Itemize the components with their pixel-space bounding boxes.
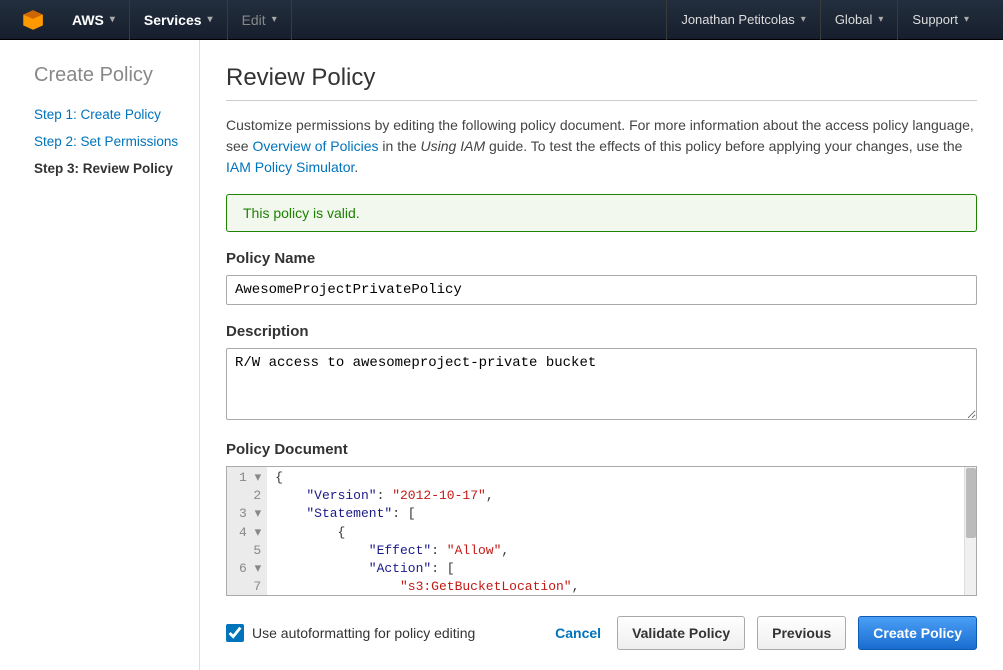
previous-button[interactable]: Previous [757,616,846,650]
editor-gutter: 1 ▾2 3 ▾4 ▾5 6 ▾7 8 9 [227,467,267,595]
policy-simulator-link[interactable]: IAM Policy Simulator [226,159,354,175]
nav-user-label: Jonathan Petitcolas [681,12,794,27]
editor-code[interactable]: { "Version": "2012-10-17", "Statement": … [267,467,964,595]
footer-actions: Use autoformatting for policy editing Ca… [226,616,977,650]
policy-name-label: Policy Name [226,250,977,267]
step-label: Set Permissions [81,134,179,149]
top-navigation: AWS ▾ Services ▾ Edit ▾ Jonathan Petitco… [0,0,1003,40]
step-prefix: Step 1: [34,107,77,122]
nav-aws-label: AWS [72,12,104,28]
policy-document-label: Policy Document [226,441,977,458]
wizard-sidebar: Create Policy Step 1: Create Policy Step… [0,40,200,670]
nav-user-menu[interactable]: Jonathan Petitcolas ▾ [666,0,820,40]
nav-support-menu[interactable]: Support ▾ [897,0,983,40]
cancel-button[interactable]: Cancel [551,617,605,649]
caret-down-icon: ▾ [878,14,883,25]
sidebar-step-2[interactable]: Step 2: Set Permissions [34,134,179,149]
nav-support-label: Support [912,12,958,27]
sidebar-title: Create Policy [34,64,179,87]
sidebar-step-3[interactable]: Step 3: Review Policy [34,161,179,176]
intro-text: Customize permissions by editing the fol… [226,115,977,178]
policy-name-input[interactable] [226,275,977,305]
step-prefix: Step 2: [34,134,77,149]
sidebar-step-1[interactable]: Step 1: Create Policy [34,107,179,122]
editor-scrollbar[interactable] [964,467,976,595]
nav-edit-menu[interactable]: Edit ▾ [228,0,292,40]
overview-policies-link[interactable]: Overview of Policies [252,138,378,154]
aws-logo-icon[interactable] [20,7,46,33]
autoformat-label: Use autoformatting for policy editing [252,625,475,641]
page-title: Review Policy [226,64,977,101]
caret-down-icon: ▾ [801,14,806,25]
caret-down-icon: ▾ [208,14,213,25]
autoformat-checkbox-wrap[interactable]: Use autoformatting for policy editing [226,624,475,642]
step-prefix: Step 3: [34,161,79,176]
nav-services-label: Services [144,12,202,28]
caret-down-icon: ▾ [964,14,969,25]
policy-document-editor[interactable]: 1 ▾2 3 ▾4 ▾5 6 ▾7 8 9 { "Version": "2012… [226,466,977,596]
create-policy-button[interactable]: Create Policy [858,616,977,650]
policy-valid-alert: This policy is valid. [226,194,977,232]
scrollbar-thumb[interactable] [966,468,976,538]
description-textarea[interactable] [226,348,977,420]
nav-edit-label: Edit [242,12,266,28]
caret-down-icon: ▾ [110,14,115,25]
main-content: Review Policy Customize permissions by e… [200,40,1003,670]
nav-region-label: Global [835,12,873,27]
nav-aws-menu[interactable]: AWS ▾ [58,0,130,40]
caret-down-icon: ▾ [272,14,277,25]
nav-region-menu[interactable]: Global ▾ [820,0,898,40]
autoformat-checkbox[interactable] [226,624,244,642]
step-label: Create Policy [81,107,161,122]
nav-services-menu[interactable]: Services ▾ [130,0,228,40]
description-label: Description [226,323,977,340]
step-label: Review Policy [83,161,173,176]
validate-policy-button[interactable]: Validate Policy [617,616,745,650]
